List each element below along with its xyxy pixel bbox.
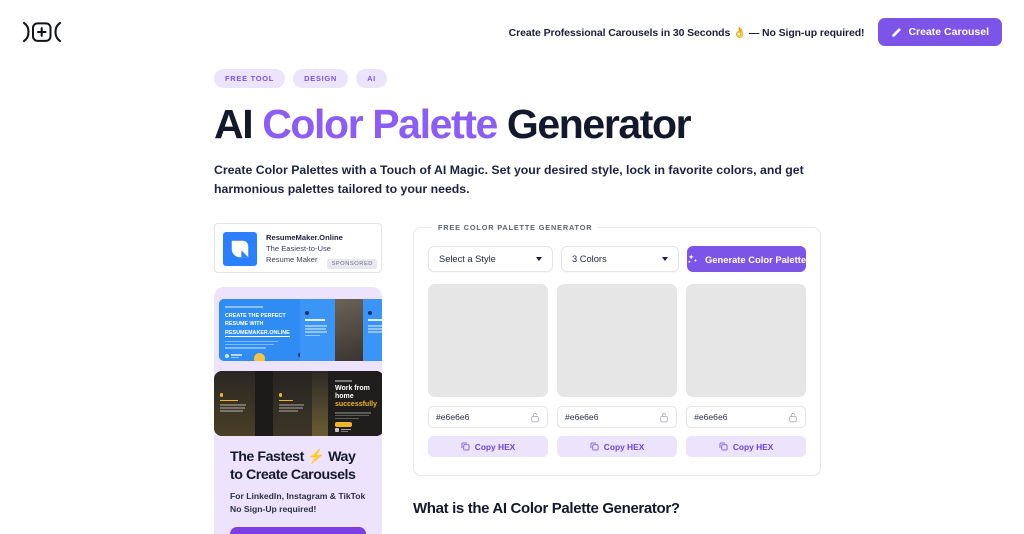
header-right-group: Create Professional Carousels in 30 Seco… bbox=[509, 18, 1002, 46]
lock-open-glyph-icon bbox=[531, 412, 539, 422]
copy-hex-label-2: Copy HEX bbox=[603, 441, 645, 452]
header-promo-text: Create Professional Carousels in 30 Seco… bbox=[508, 26, 865, 39]
resumemaker-logo-icon bbox=[223, 232, 257, 267]
page-title: AI Color Palette Generator bbox=[214, 101, 1024, 148]
style-select[interactable]: Select a Style bbox=[428, 246, 553, 273]
lock-open-glyph-icon bbox=[660, 412, 668, 422]
promo-subtext-line1: For LinkedIn, Instagram & TikTok bbox=[230, 491, 366, 502]
badge-ai: AI bbox=[356, 69, 387, 88]
color-count-select[interactable]: 3 Colors bbox=[561, 246, 679, 273]
resumemaker-glyph-icon bbox=[231, 241, 249, 258]
sparkles-icon bbox=[688, 254, 698, 263]
page-title-prefix: AI bbox=[214, 101, 263, 147]
hex-value-3: #e6e6e6 bbox=[694, 412, 728, 423]
carousel-preview-image-1: CREATE THE PERFECT RESUME WITH RESUMEMAKER… bbox=[219, 299, 382, 362]
badge-design: DESIGN bbox=[293, 69, 349, 88]
copy-icon bbox=[461, 442, 470, 451]
copy-hex-button-3[interactable]: Copy HEX bbox=[686, 436, 807, 458]
hex-input-1[interactable]: #e6e6e6 bbox=[428, 406, 549, 429]
generate-color-palette-label: Generate Color Palette bbox=[705, 253, 807, 265]
page-body: FREE TOOL DESIGN AI AI Color Palette Gen… bbox=[0, 69, 1024, 534]
copy-hex-label-1: Copy HEX bbox=[474, 441, 516, 452]
article-section: What is the AI Color Palette Generator? … bbox=[413, 500, 807, 534]
create-carousel-promo-button[interactable]: Create Carousel bbox=[230, 527, 366, 534]
main-content-grid: ResumeMaker.Online The Easiest-to-Use Re… bbox=[214, 223, 1024, 534]
hex-input-2[interactable]: #e6e6e6 bbox=[557, 406, 678, 429]
copy-hex-label-3: Copy HEX bbox=[732, 441, 774, 452]
color-swatch-1[interactable] bbox=[428, 284, 549, 398]
promo-subtext: For LinkedIn, Instagram & TikTok No Sign-… bbox=[230, 490, 366, 516]
chevron-down-icon bbox=[536, 257, 542, 262]
lock-icon[interactable] bbox=[530, 412, 540, 423]
sidebar-column: ResumeMaker.Online The Easiest-to-Use Re… bbox=[214, 223, 382, 534]
chevron-down-icon bbox=[662, 257, 668, 262]
brand-logo-icon bbox=[22, 21, 62, 43]
create-carousel-header-label: Create Carousel bbox=[908, 26, 989, 38]
sponsored-ad-card[interactable]: ResumeMaker.Online The Easiest-to-Use Re… bbox=[214, 223, 382, 274]
swatch-column: #e6e6e6 Copy HEX bbox=[557, 284, 678, 458]
hex-value-2: #e6e6e6 bbox=[565, 412, 599, 423]
color-palette-generator-panel: FREE COLOR PALETTE GENERATOR Select a St… bbox=[413, 223, 822, 477]
sponsored-badge: SPONSORED bbox=[327, 259, 377, 270]
article-heading: What is the AI Color Palette Generator? bbox=[413, 500, 680, 518]
lock-icon[interactable] bbox=[788, 412, 798, 423]
color-swatch-3[interactable] bbox=[686, 284, 807, 398]
edit-pencil-icon bbox=[892, 27, 902, 37]
color-count-select-value: 3 Colors bbox=[572, 254, 607, 265]
generator-legend: FREE COLOR PALETTE GENERATOR bbox=[438, 223, 593, 233]
copy-icon bbox=[590, 442, 599, 451]
hex-input-3[interactable]: #e6e6e6 bbox=[686, 406, 807, 429]
generate-color-palette-button[interactable]: Generate Color Palette bbox=[687, 246, 807, 273]
promo-subtext-line2: No Sign-Up required! bbox=[230, 504, 317, 515]
badge-free-tool: FREE TOOL bbox=[214, 69, 286, 88]
page-title-suffix: Generator bbox=[496, 101, 692, 147]
copy-hex-button-1[interactable]: Copy HEX bbox=[428, 436, 549, 458]
promo-card: CREATE THE PERFECT RESUME WITH RESUMEMAKER… bbox=[214, 287, 382, 534]
sponsored-ad-line1: The Easiest-to-Use bbox=[266, 244, 331, 254]
swatch-column: #e6e6e6 Copy HEX bbox=[428, 284, 549, 458]
swatch-column: #e6e6e6 Copy HEX bbox=[686, 284, 807, 458]
brand-logo[interactable] bbox=[20, 21, 66, 43]
generator-controls: Select a Style 3 Colors Generate Color P… bbox=[428, 246, 807, 273]
top-header-bar: Create Professional Carousels in 30 Seco… bbox=[0, 0, 1024, 64]
promo-card-body: The Fastest ⚡ Way to Create Carousels Fo… bbox=[214, 436, 382, 534]
create-carousel-header-button[interactable]: Create Carousel bbox=[878, 18, 1002, 46]
lock-open-glyph-icon bbox=[789, 412, 797, 422]
swatch-grid: #e6e6e6 Copy HEX #e6e6e6 Copy HEX #e6e6e… bbox=[428, 284, 807, 458]
carousel-preview-image-2: Work from home successfully bbox=[214, 371, 382, 437]
article-body: The AI Color Palette Generator is a tool… bbox=[413, 530, 807, 534]
hex-value-1: #e6e6e6 bbox=[436, 412, 470, 423]
page-title-accent: Color Palette bbox=[262, 101, 498, 147]
color-swatch-2[interactable] bbox=[557, 284, 678, 398]
hero-badge-list: FREE TOOL DESIGN AI bbox=[214, 69, 1024, 88]
lock-icon[interactable] bbox=[659, 412, 669, 423]
style-select-value: Select a Style bbox=[439, 254, 496, 265]
copy-icon bbox=[719, 442, 728, 451]
promo-heading: The Fastest ⚡ Way to Create Carousels bbox=[230, 449, 356, 484]
copy-hex-button-2[interactable]: Copy HEX bbox=[557, 436, 678, 458]
generator-column: FREE COLOR PALETTE GENERATOR Select a St… bbox=[413, 223, 822, 534]
page-subtitle: Create Color Palettes with a Touch of AI… bbox=[214, 162, 804, 196]
sponsored-ad-title: ResumeMaker.Online bbox=[266, 233, 343, 243]
